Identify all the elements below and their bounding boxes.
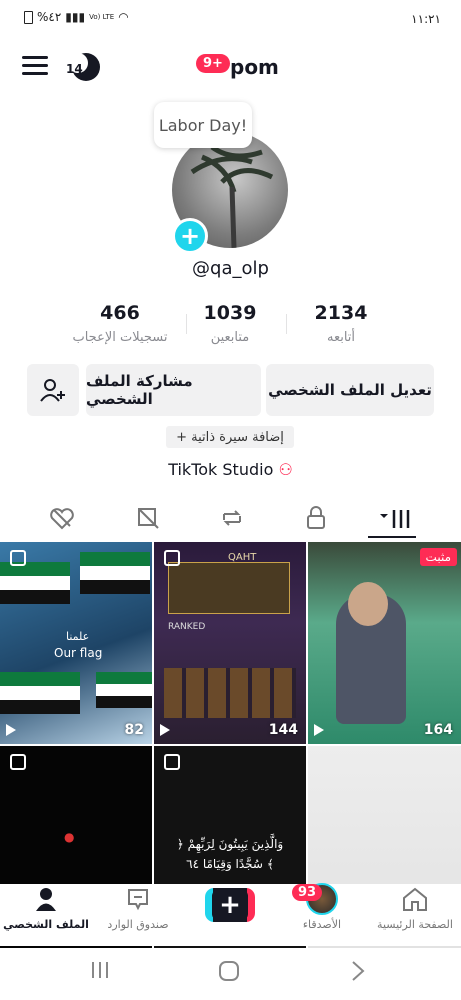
view-count: 82 (124, 722, 144, 738)
active-tab-underline (368, 536, 416, 538)
pinned-badge: مثبت (419, 548, 457, 566)
moon-count: 14 (66, 62, 83, 76)
multi-photo-icon (10, 550, 26, 566)
profile-handle: @qa_olp (192, 258, 269, 279)
signal-icon: ▮▮▮ (65, 10, 86, 24)
videos-tab-icon[interactable] (378, 504, 414, 532)
nav-home-label: الصفحة الرئيسية (377, 918, 453, 931)
stat-divider (286, 314, 287, 334)
multi-photo-icon (10, 754, 26, 770)
studio-person-icon: ⚇ (278, 460, 293, 479)
play-icon (160, 724, 170, 736)
game-tag: QAHT (228, 552, 257, 563)
stat-followers[interactable]: 1039 متابعين (184, 302, 276, 345)
stat-following-value: 2134 (314, 302, 368, 324)
add-user-icon (40, 379, 65, 402)
status-left: %٤٢ ▮▮▮ Vo) LTE ◠ (24, 10, 129, 24)
plus-icon: + (212, 890, 248, 920)
child-head (348, 582, 388, 626)
video-thumbnail[interactable]: علمنا Our flag 82 (0, 542, 152, 744)
stat-followers-value: 1039 (203, 302, 257, 324)
home-icon (403, 887, 427, 911)
network-text: Vo) LTE (89, 13, 115, 21)
nav-profile[interactable]: الملف الشخصي (0, 884, 92, 931)
multi-photo-icon (164, 754, 180, 770)
nav-friends-label: الأصدقاء (302, 918, 342, 931)
stat-following[interactable]: 2134 أتابعه (300, 302, 382, 345)
video-thumbnail[interactable]: مثبت 164 (308, 542, 461, 744)
create-button[interactable]: + (205, 888, 255, 922)
moon-icon[interactable]: 14 (64, 52, 102, 82)
nav-profile-label: الملف الشخصي (3, 918, 89, 931)
profile-icon (36, 888, 56, 911)
nav-inbox-label: صندوق الوارد (107, 918, 169, 931)
recents-icon[interactable] (90, 960, 110, 980)
stat-likes-value: 466 (100, 302, 140, 324)
account-badge: 9+ (196, 54, 230, 73)
view-count: 164 (423, 722, 453, 738)
view-count: 144 (268, 722, 298, 738)
play-icon (6, 724, 16, 736)
nav-inbox[interactable]: صندوق الوارد (92, 884, 184, 931)
reposts-tab-icon[interactable] (218, 504, 246, 532)
bottom-navigation: الملف الشخصي صندوق الوارد + الأصدقاء 93 … (0, 883, 461, 946)
menu-icon[interactable] (22, 56, 48, 76)
system-navigation (0, 950, 461, 1000)
profile-header: 14 9+ pom (0, 46, 461, 90)
thumbnail-overlay: علمنا (66, 630, 90, 643)
header-username[interactable]: pom (230, 55, 279, 79)
thumbnail-caption: Our flag (54, 646, 103, 660)
stat-likes-label: تسجيلات الإعجاب (72, 330, 168, 345)
studio-label: TikTok Studio (168, 460, 274, 479)
battery-text: %٤٢ (37, 10, 62, 24)
add-friend-button[interactable] (27, 364, 79, 416)
edit-profile-button[interactable]: تعديل الملف الشخصي (266, 364, 434, 416)
inbox-icon (128, 889, 148, 911)
play-icon (314, 724, 324, 736)
back-icon[interactable] (350, 960, 366, 982)
status-bubble[interactable]: Labor Day! (154, 102, 252, 148)
stat-following-label: أتابعه (326, 330, 356, 345)
private-tab-icon[interactable] (302, 504, 330, 532)
stat-followers-label: متابعين (210, 330, 250, 345)
nav-home[interactable]: الصفحة الرئيسية (369, 884, 461, 931)
add-story-button[interactable]: + (172, 218, 208, 254)
profile-tabs (0, 500, 461, 540)
status-bar: %٤٢ ▮▮▮ Vo) LTE ◠ ١١:٢١ (0, 0, 461, 40)
hidden-tab-icon[interactable] (134, 504, 162, 532)
game-card (168, 562, 290, 614)
liked-videos-tab-icon[interactable] (48, 504, 76, 532)
video-thumbnail[interactable]: QAHT RANKED 144 (154, 542, 306, 744)
emoji-mark: ● (64, 830, 75, 844)
badge-row (164, 668, 296, 718)
wifi-icon: ◠ (118, 10, 129, 24)
rank-label: RANKED (168, 622, 206, 632)
friends-badge: 93 (292, 884, 323, 901)
home-button-icon[interactable] (218, 960, 240, 982)
stat-likes[interactable]: 466 تسجيلات الإعجاب (70, 302, 170, 345)
tiktok-studio-link[interactable]: TikTok Studio ⚇ (0, 460, 461, 479)
status-time: ١١:٢١ (411, 12, 441, 26)
share-profile-button[interactable]: مشاركة الملف الشخصي (86, 364, 261, 416)
quran-text: ﴿ وَالَّذِينَ يَبِيتُونَ لِرَبِّهِمْ سُج… (176, 837, 284, 871)
add-bio-button[interactable]: + إضافة سيرة ذاتية (166, 426, 294, 448)
nav-friends[interactable]: الأصدقاء (276, 883, 368, 931)
battery-icon (24, 10, 33, 24)
multi-photo-icon (164, 550, 180, 566)
